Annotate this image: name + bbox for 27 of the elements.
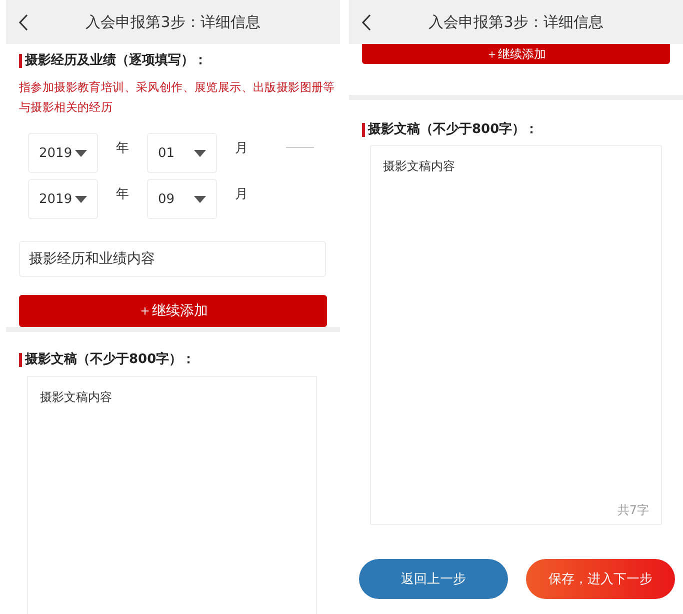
year-select[interactable]: 2019 [28, 133, 98, 173]
month-unit: 月 [235, 140, 248, 157]
add-button[interactable]: ＋继续添加 [19, 295, 327, 327]
back-button[interactable]: 返回上一步 [359, 559, 508, 599]
caret-icon [194, 196, 206, 202]
caret-icon [194, 150, 206, 156]
year-unit: 年 [116, 140, 129, 157]
essay-field[interactable]: 摄影文稿内容 [27, 376, 317, 614]
back-icon[interactable] [361, 14, 371, 31]
add-button[interactable]: ＋继续添加 [362, 44, 670, 64]
month-unit: 月 [235, 186, 248, 203]
caret-icon [75, 150, 87, 156]
caret-icon [75, 196, 87, 202]
year-select[interactable]: 2019 [28, 179, 98, 219]
content-field[interactable]: 摄影经历和业绩内容 [19, 241, 326, 277]
hint-text: 指参加摄影教育培训、采风创作、展览展示、出版摄影图册等与摄影相关的经历 [19, 79, 336, 116]
section-heading: 摄影经历及业绩（逐项填写）： [19, 54, 327, 68]
month-select[interactable]: 09 [147, 179, 217, 219]
page-title: 入会申报第3步：详细信息 [428, 12, 604, 32]
next-button[interactable]: 保存，进入下一步 [526, 559, 675, 599]
section-heading: 摄影文稿（不少于800字）： [19, 353, 327, 367]
section-heading: 摄影文稿（不少于800字）： [362, 123, 670, 137]
character-count: 共7字 [617, 502, 649, 519]
page-title: 入会申报第3步：详细信息 [86, 12, 260, 32]
year-unit: 年 [116, 186, 129, 203]
back-icon[interactable] [18, 14, 28, 31]
month-select[interactable]: 01 [147, 133, 217, 173]
